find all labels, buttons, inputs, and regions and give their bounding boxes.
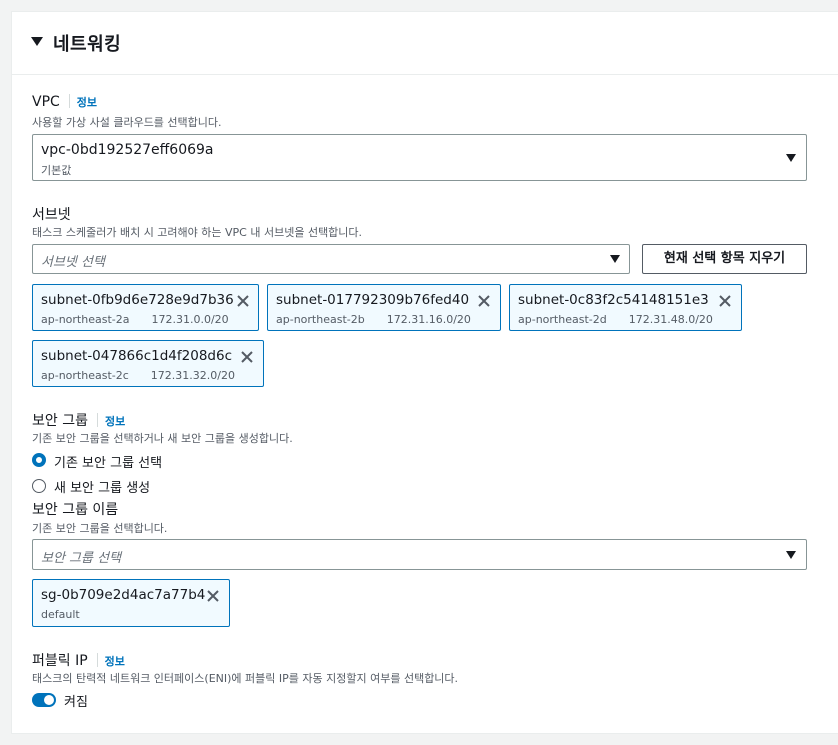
public-ip-label-row: 퍼블릭 IP 정보 [32, 650, 125, 670]
close-icon[interactable] [205, 588, 221, 604]
caret-down-icon[interactable] [31, 37, 43, 46]
subnet-id: subnet-0fb9d6e728e9d7b36 [41, 292, 234, 308]
vpc-description: 사용할 가상 사설 클라우드를 선택합니다. [32, 116, 222, 129]
subnet-token: subnet-0c83f2c54148151e3 ap-northeast-2d… [509, 284, 742, 331]
security-group-label: 보안 그룹 [32, 413, 88, 429]
subnets-label: 서브넷 [32, 207, 71, 223]
public-ip-label: 퍼블릭 IP [32, 653, 88, 669]
subnets-description: 태스크 스케줄러가 배치 시 고려해야 하는 VPC 내 서브넷을 선택합니다. [32, 226, 363, 239]
subnet-id: subnet-017792309b76fed40 [276, 292, 470, 308]
close-icon[interactable] [717, 293, 733, 309]
clear-selection-button[interactable]: 현재 선택 항목 지우기 [642, 244, 807, 274]
subnet-az: ap-northeast-2c [41, 369, 129, 382]
subnet-meta: ap-northeast-2c 172.31.32.0/20 [41, 369, 235, 382]
section-title: 네트워킹 [53, 34, 122, 55]
subnet-id: subnet-0c83f2c54148151e3 [518, 292, 709, 308]
close-icon[interactable] [239, 349, 255, 365]
vpc-select[interactable]: vpc-0bd192527eff6069a 기본값 [32, 134, 807, 181]
security-group-select[interactable]: 보안 그룹 선택 [32, 539, 807, 570]
close-icon[interactable] [476, 293, 492, 309]
toggle-knob [44, 695, 54, 705]
subnet-token: subnet-017792309b76fed40 ap-northeast-2b… [267, 284, 501, 331]
radio-new-security-group[interactable] [32, 479, 46, 493]
radio-existing-label[interactable]: 기존 보안 그룹 선택 [54, 452, 162, 471]
vpc-label-row: VPC 정보 [32, 94, 97, 110]
chevron-down-icon [786, 551, 796, 559]
subnet-meta: ap-northeast-2b 172.31.16.0/20 [276, 313, 471, 326]
public-ip-toggle[interactable] [32, 693, 56, 707]
security-group-description: 기존 보안 그룹을 선택하거나 새 보안 그룹을 생성합니다. [32, 432, 293, 445]
radio-existing-security-group[interactable] [32, 453, 46, 467]
subnet-az: ap-northeast-2d [518, 313, 607, 326]
close-icon[interactable] [235, 293, 251, 309]
security-group-info-link[interactable]: 정보 [105, 415, 125, 428]
public-ip-toggle-label: 켜짐 [64, 695, 88, 710]
subnets-select[interactable]: 서브넷 선택 [32, 244, 630, 274]
chevron-down-icon [786, 154, 796, 162]
security-group-name: default [41, 608, 80, 621]
divider [68, 94, 70, 108]
public-ip-description: 태스크의 탄력적 네트워크 인터페이스(ENI)에 퍼블릭 IP를 자동 지정할… [32, 672, 459, 685]
security-group-placeholder: 보안 그룹 선택 [41, 551, 122, 566]
security-group-name-label: 보안 그룹 이름 [32, 502, 119, 518]
vpc-selected-value: vpc-0bd192527eff6069a [41, 142, 214, 158]
vpc-selected-subtext: 기본값 [41, 164, 72, 177]
radio-new-label[interactable]: 새 보안 그룹 생성 [54, 477, 150, 496]
subnet-cidr: 172.31.0.0/20 [151, 313, 229, 326]
subnets-placeholder: 서브넷 선택 [41, 255, 105, 270]
divider [96, 413, 98, 427]
security-group-label-row: 보안 그룹 정보 [32, 410, 125, 430]
security-group-token: sg-0b709e2d4ac7a77b4 default [32, 579, 230, 627]
security-group-name-description: 기존 보안 그룹을 선택합니다. [32, 522, 168, 535]
divider [96, 653, 98, 667]
subnet-token: subnet-0fb9d6e728e9d7b36 ap-northeast-2a… [32, 284, 259, 331]
networking-header[interactable]: 네트워킹 [12, 12, 838, 75]
subnet-cidr: 172.31.16.0/20 [386, 313, 471, 326]
vpc-info-link[interactable]: 정보 [77, 96, 97, 109]
subnet-meta: ap-northeast-2d 172.31.48.0/20 [518, 313, 713, 326]
subnet-meta: ap-northeast-2a 172.31.0.0/20 [41, 313, 229, 326]
subnet-cidr: 172.31.32.0/20 [150, 369, 235, 382]
subnet-id: subnet-047866c1d4f208d6c [41, 348, 232, 364]
subnet-token: subnet-047866c1d4f208d6c ap-northeast-2c… [32, 340, 264, 387]
subnet-az: ap-northeast-2b [276, 313, 365, 326]
chevron-down-icon [610, 255, 620, 263]
security-group-id: sg-0b709e2d4ac7a77b4 [41, 587, 206, 603]
subnet-cidr: 172.31.48.0/20 [628, 313, 713, 326]
public-ip-info-link[interactable]: 정보 [105, 655, 125, 668]
subnet-az: ap-northeast-2a [41, 313, 130, 326]
vpc-label: VPC [32, 94, 60, 110]
